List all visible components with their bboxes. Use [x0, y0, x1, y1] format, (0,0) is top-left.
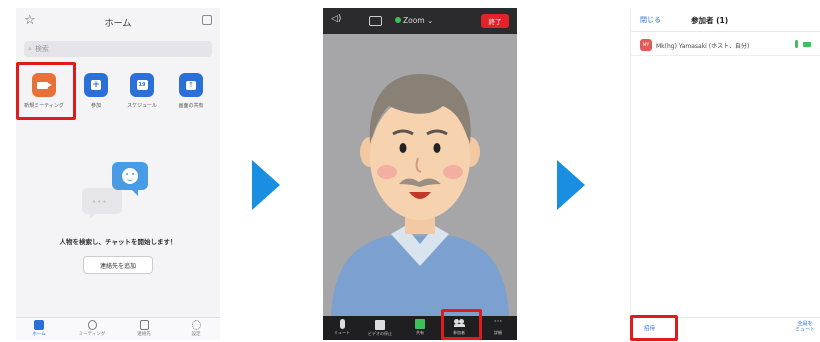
schedule-button[interactable]: 19 スケジュール: [118, 73, 166, 118]
star-icon[interactable]: ☆: [24, 13, 36, 28]
grey-bubble-icon: •••: [82, 188, 122, 219]
share-screen-icon: [415, 319, 425, 329]
speaker-icon[interactable]: ◁): [331, 14, 341, 24]
tab-meetings[interactable]: ミーティング: [72, 320, 112, 337]
tab-home[interactable]: ホーム: [19, 320, 59, 337]
stop-video-label: ビデオの停止: [368, 331, 392, 336]
tab-contacts[interactable]: 連絡先: [124, 320, 164, 337]
search-icon: ⌕: [28, 44, 32, 53]
microphone-on-icon: [795, 40, 798, 48]
clock-icon: [87, 320, 97, 330]
next-step-arrow-2: [557, 160, 585, 210]
calendar-icon: 19: [130, 73, 154, 97]
join-button[interactable]: + 参加: [72, 73, 120, 118]
gear-icon: [191, 320, 201, 330]
tab-meetings-label: ミーティング: [78, 332, 106, 337]
search-placeholder: 検索: [34, 45, 49, 53]
schedule-label: スケジュール: [127, 103, 157, 109]
participant-name: Mk(hg) Yamasaki (ホスト、自分): [656, 43, 750, 50]
participant-video: [331, 74, 509, 316]
mute-label: ミュート: [334, 330, 350, 335]
video-icon: [375, 320, 385, 330]
participants-title: 参加者 (1): [691, 16, 729, 25]
right-cheek-shape: [443, 165, 463, 179]
avatar: MY: [640, 39, 652, 51]
video-on-icon: [803, 42, 811, 47]
invite-highlight: [630, 315, 678, 341]
plus-icon: +: [84, 73, 108, 97]
shield-icon: [395, 17, 401, 23]
meeting-app-label: Zoom: [403, 16, 425, 25]
participants-screen: 閉じる 参加者 (1) MY Mk(hg) Yamasaki (ホスト、自分) …: [630, 8, 820, 340]
tab-contacts-label: 連絡先: [137, 332, 151, 337]
share-label: 共有: [416, 330, 424, 335]
right-eye-shape: [433, 143, 441, 153]
end-meeting-button[interactable]: 終了: [481, 14, 509, 28]
tab-home-label: ホーム: [32, 332, 46, 337]
share-screen-button[interactable]: ↑ 画面の共有: [167, 73, 215, 118]
mute-all-button[interactable]: 全員を ミュート: [791, 321, 819, 333]
tab-settings[interactable]: 設定: [176, 320, 216, 337]
chat-illustration: •••: [80, 160, 168, 224]
close-button[interactable]: 閉じる: [640, 15, 661, 25]
participants-top-bar: 閉じる 参加者 (1): [631, 8, 820, 32]
share-screen-label: 画面の共有: [178, 103, 204, 109]
join-label: 参加: [90, 103, 101, 109]
chat-icon: [34, 320, 44, 330]
microphone-icon: [339, 319, 345, 329]
stop-video-button[interactable]: ビデオの停止: [363, 319, 397, 337]
meeting-info[interactable]: Zoom ⌄: [395, 16, 433, 25]
face-shape: [370, 96, 470, 220]
add-contact-button[interactable]: 連絡先を追加: [83, 256, 153, 274]
more-icon: ···: [493, 317, 503, 327]
share-button[interactable]: 共有: [403, 319, 437, 336]
contacts-icon: [139, 320, 149, 330]
left-eye-shape: [399, 143, 407, 153]
chat-prompt-text: 人物を検索し、チャットを開始します！: [59, 238, 177, 246]
edit-icon[interactable]: [202, 15, 212, 25]
meeting-top-bar: ◁) Zoom ⌄ 終了: [323, 8, 517, 34]
meeting-control-bar: ミュート ビデオの停止 共有 参加者 ··· 詳細: [323, 316, 517, 340]
participant-row[interactable]: MY Mk(hg) Yamasaki (ホスト、自分): [631, 34, 820, 56]
participants-highlight: [441, 309, 482, 340]
search-input[interactable]: ⌕ 検索: [24, 41, 212, 57]
share-up-icon: ↑: [179, 73, 203, 97]
smiley-bubble-icon: [112, 162, 148, 196]
more-label: 詳細: [494, 330, 502, 335]
more-button[interactable]: ··· 詳細: [481, 317, 515, 336]
camera-switch-icon[interactable]: [369, 16, 382, 26]
home-title: ホーム: [104, 18, 132, 29]
meeting-screen: ◁) Zoom ⌄ 終了 ミュート ビデオの停止 共有 参加者 ··· 詳細: [323, 8, 517, 340]
home-top-bar: ☆ ホーム: [16, 8, 220, 36]
home-screen: ☆ ホーム ⌕ 検索 新規ミーティング + 参加 19 スケジュール ↑ 画面の…: [16, 8, 220, 340]
bottom-tab-bar: ホーム ミーティング 連絡先 設定: [16, 317, 220, 340]
new-meeting-highlight: [16, 62, 76, 120]
left-cheek-shape: [377, 165, 397, 179]
mute-button[interactable]: ミュート: [325, 319, 359, 336]
tab-settings-label: 設定: [191, 332, 201, 337]
next-step-arrow-1: [252, 160, 280, 210]
